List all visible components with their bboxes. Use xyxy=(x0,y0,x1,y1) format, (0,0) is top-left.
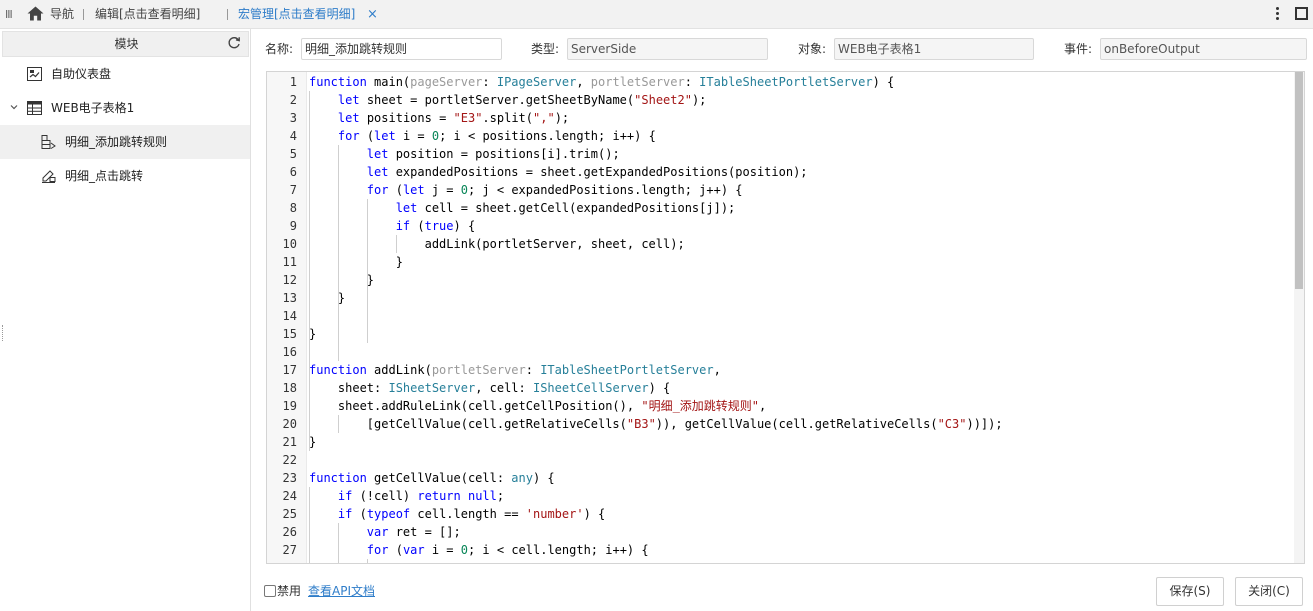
line-number: 22 xyxy=(282,453,297,467)
tab-nav[interactable]: 导航 xyxy=(50,0,74,29)
api-docs-link[interactable]: 查看API文档 xyxy=(308,582,375,600)
line-number: 17 xyxy=(282,363,297,377)
code-editor[interactable]: 1 2 3 4 5 6 7 8 9 10 11 12 13 14 15 16 1… xyxy=(266,71,1305,564)
name-label: 名称: xyxy=(265,42,294,56)
code-line: } xyxy=(309,291,346,305)
indent-guide xyxy=(367,559,368,563)
line-number: 18 xyxy=(282,381,297,395)
code-line: if (!cell) return null; xyxy=(337,489,505,503)
line-number: 13 xyxy=(282,291,297,305)
tree-item-dashboard[interactable]: 自助仪表盘 xyxy=(0,57,250,91)
module-panel: 模块 自助仪表盘 WEB电子表格1 明细_添加跳转规则 明细_点击跳转 xyxy=(0,29,251,611)
line-number: 25 xyxy=(282,507,297,521)
object-label: 对象: xyxy=(798,42,827,56)
tab-macro-management[interactable]: 宏管理[点击查看明细] xyxy=(238,0,355,29)
line-number: 8 xyxy=(289,201,297,215)
module-panel-header: 模块 xyxy=(2,31,249,57)
tree-item-macro-add-jump-rule[interactable]: 明细_添加跳转规则 xyxy=(0,125,250,159)
line-number: 6 xyxy=(289,165,297,179)
save-button[interactable]: 保存(S) xyxy=(1156,577,1224,606)
code-line: } xyxy=(309,435,317,449)
line-number: 27 xyxy=(282,543,297,557)
line-number: 21 xyxy=(282,435,297,449)
code-line: var ret = []; xyxy=(366,525,461,539)
event-label: 事件: xyxy=(1064,42,1093,56)
macro-script-icon xyxy=(41,135,56,149)
refresh-icon[interactable] xyxy=(227,36,241,50)
code-line: let positions = "E3".split(","); xyxy=(337,111,570,125)
line-number: 10 xyxy=(282,237,297,251)
line-number: 1 xyxy=(289,75,297,89)
event-field: onBeforeOutput xyxy=(1100,38,1307,60)
tree-item-label: 自助仪表盘 xyxy=(51,67,112,81)
code-line: let expandedPositions = sheet.getExpande… xyxy=(366,165,808,179)
tree-item-macro-click-jump[interactable]: 明细_点击跳转 xyxy=(0,159,250,193)
line-number: 15 xyxy=(282,327,297,341)
code-line: function main(pageServer: IPageServer, p… xyxy=(309,75,895,89)
editor-scrollbar[interactable] xyxy=(1294,72,1304,563)
line-number: 12 xyxy=(282,273,297,287)
disable-label: 禁用 xyxy=(277,584,302,598)
line-number: 4 xyxy=(289,129,297,143)
code-line: function addLink(portletServer: ITableSh… xyxy=(309,363,721,377)
line-number: 26 xyxy=(282,525,297,539)
edit-script-icon xyxy=(42,170,56,183)
close-button[interactable]: 关闭(C) xyxy=(1235,577,1303,606)
line-number: 14 xyxy=(282,309,297,323)
line-number: 24 xyxy=(282,489,297,503)
code-line: for (let j = 0; j < expandedPositions.le… xyxy=(366,183,743,197)
type-label: 类型: xyxy=(531,42,560,56)
code-area[interactable]: function main(pageServer: IPageServer, p… xyxy=(308,72,1293,563)
type-field: ServerSide xyxy=(567,38,768,60)
tree-item-web-spreadsheet[interactable]: WEB电子表格1 xyxy=(0,91,250,125)
line-number: 3 xyxy=(289,111,297,125)
line-number: 7 xyxy=(289,183,297,197)
line-number: 2 xyxy=(289,93,297,107)
tree-item-label: WEB电子表格1 xyxy=(51,101,135,115)
object-field: WEB电子表格1 xyxy=(834,38,1034,60)
line-number: 5 xyxy=(289,147,297,161)
close-tab-icon[interactable]: × xyxy=(367,0,378,29)
tab-separator xyxy=(227,9,228,20)
line-number: 9 xyxy=(289,219,297,233)
line-number: 23 xyxy=(282,471,297,485)
code-line: sheet: ISheetServer, cell: ISheetCellSer… xyxy=(309,381,671,395)
home-icon[interactable] xyxy=(27,6,44,21)
code-line: } xyxy=(309,273,375,287)
more-menu-icon[interactable] xyxy=(1271,5,1283,23)
line-number: 11 xyxy=(282,255,297,269)
code-line: } xyxy=(309,255,403,269)
line-number: 20 xyxy=(282,417,297,431)
dashboard-icon xyxy=(27,67,42,81)
code-line: let position = positions[i].trim(); xyxy=(366,147,620,161)
code-line: addLink(portletServer, sheet, cell); xyxy=(309,237,685,251)
chevron-down-icon[interactable] xyxy=(10,103,18,111)
spreadsheet-icon xyxy=(27,101,42,115)
code-line: if (typeof cell.length == 'number') { xyxy=(337,507,606,521)
tree-item-label: 明细_添加跳转规则 xyxy=(65,135,168,149)
maximize-icon[interactable] xyxy=(1295,7,1308,20)
name-field[interactable]: 明细_添加跳转规则 xyxy=(301,38,502,60)
line-number-gutter: 1 2 3 4 5 6 7 8 9 10 11 12 13 14 15 16 1… xyxy=(267,72,307,563)
code-line: } xyxy=(309,327,317,341)
disable-checkbox[interactable] xyxy=(264,585,276,597)
tree-item-label: 明细_点击跳转 xyxy=(65,169,144,183)
code-line: for (let i = 0; i < positions.length; i+… xyxy=(337,129,656,143)
tab-bar: III 导航 编辑[点击查看明细] 宏管理[点击查看明细] × xyxy=(0,0,1313,29)
code-line: let cell = sheet.getCell(expandedPositio… xyxy=(395,201,736,215)
code-line: sheet.addRuleLink(cell.getCellPosition()… xyxy=(309,399,767,413)
module-panel-title: 模块 xyxy=(114,37,139,51)
tab-separator xyxy=(83,9,84,20)
code-line: if (true) { xyxy=(395,219,476,233)
panel-resize-handle[interactable] xyxy=(2,325,4,341)
code-line: let sheet = portletServer.getSheetByName… xyxy=(337,93,707,107)
collapse-menu-icon[interactable]: III xyxy=(5,0,13,29)
line-number: 16 xyxy=(282,345,297,359)
line-number: 19 xyxy=(282,399,297,413)
code-line: function getCellValue(cell: any) { xyxy=(309,471,555,485)
code-line: for (var i = 0; i < cell.length; i++) { xyxy=(366,543,649,557)
code-line: [getCellValue(cell.getRelativeCells("B3"… xyxy=(309,417,1003,431)
tab-edit[interactable]: 编辑[点击查看明细] xyxy=(95,0,200,29)
scrollbar-thumb[interactable] xyxy=(1295,72,1303,289)
